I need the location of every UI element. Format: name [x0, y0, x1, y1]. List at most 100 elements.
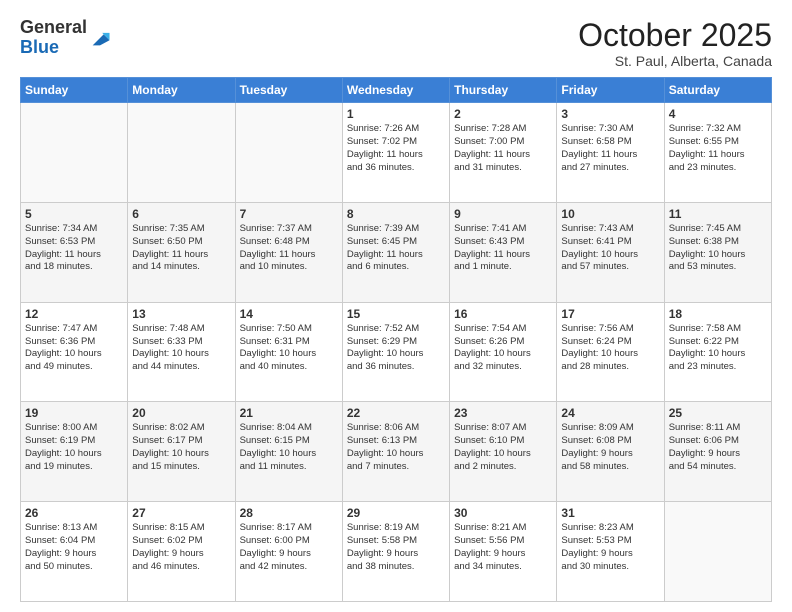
table-row: 23 Sunrise: 8:07 AM Sunset: 6:10 PM Dayli… — [450, 402, 557, 502]
day-info: Sunrise: 7:52 AM Sunset: 6:29 PM Dayligh… — [347, 323, 445, 374]
table-row: 17Sunrise: 7:56 AM Sunset: 6:24 PM Dayli… — [557, 302, 664, 402]
table-row: 3 Sunrise: 7:30 AM Sunset: 6:58 PM Daylig… — [557, 103, 664, 203]
day-info: Sunrise: 7:28 AM Sunset: 7:00 PM Dayligh… — [454, 123, 552, 174]
day-number: 22 — [347, 406, 445, 420]
logo-text: General Blue — [20, 18, 87, 58]
day-number: 8 — [347, 207, 445, 221]
table-row: 29 Sunrise: 8:19 AM Sunset: 5:58 PM Dayli… — [342, 502, 449, 602]
day-info: Sunrise: 8:00 AM Sunset: 6:19 PM Dayligh… — [25, 422, 123, 473]
table-row: 5 Sunrise: 7:34 AM Sunset: 6:53 PM Daylig… — [21, 202, 128, 302]
day-number: 24 — [561, 406, 659, 420]
day-number: 25 — [669, 406, 767, 420]
table-row: 21 Sunrise: 8:04 AM Sunset: 6:15 PM Dayli… — [235, 402, 342, 502]
table-row: 24Sunrise: 8:09 AM Sunset: 6:08 PM Dayli… — [557, 402, 664, 502]
day-info: Sunrise: 7:56 AM Sunset: 6:24 PM Dayligh… — [561, 323, 659, 374]
page: General Blue October 2025 St. Paul, Albe… — [0, 0, 792, 612]
day-number: 11 — [669, 207, 767, 221]
day-info: Sunrise: 7:50 AM Sunset: 6:31 PM Dayligh… — [240, 323, 338, 374]
day-info: Sunrise: 8:15 AM Sunset: 6:02 PM Dayligh… — [132, 522, 230, 573]
day-info: Sunrise: 8:13 AM Sunset: 6:04 PM Dayligh… — [25, 522, 123, 573]
day-number: 29 — [347, 506, 445, 520]
calendar-week-2: 12 Sunrise: 7:47 AM Sunset: 6:36 PM Dayli… — [21, 302, 772, 402]
table-row: 6Sunrise: 7:35 AM Sunset: 6:50 PM Daylig… — [128, 202, 235, 302]
day-info: Sunrise: 7:43 AM Sunset: 6:41 PM Dayligh… — [561, 223, 659, 274]
day-info: Sunrise: 7:45 AM Sunset: 6:38 PM Dayligh… — [669, 223, 767, 274]
table-row: 26 Sunrise: 8:13 AM Sunset: 6:04 PM Dayli… — [21, 502, 128, 602]
header-wednesday: Wednesday — [342, 78, 449, 103]
header-tuesday: Tuesday — [235, 78, 342, 103]
header-thursday: Thursday — [450, 78, 557, 103]
day-number: 4 — [669, 107, 767, 121]
day-number: 16 — [454, 307, 552, 321]
day-info: Sunrise: 7:41 AM Sunset: 6:43 PM Dayligh… — [454, 223, 552, 274]
month-title: October 2025 — [578, 18, 772, 53]
table-row: 31 Sunrise: 8:23 AM Sunset: 5:53 PM Dayli… — [557, 502, 664, 602]
header-friday: Friday — [557, 78, 664, 103]
day-info: Sunrise: 8:23 AM Sunset: 5:53 PM Dayligh… — [561, 522, 659, 573]
day-info: Sunrise: 7:34 AM Sunset: 6:53 PM Dayligh… — [25, 223, 123, 274]
day-number: 28 — [240, 506, 338, 520]
header-saturday: Saturday — [664, 78, 771, 103]
day-info: Sunrise: 8:06 AM Sunset: 6:13 PM Dayligh… — [347, 422, 445, 473]
day-info: Sunrise: 7:48 AM Sunset: 6:33 PM Dayligh… — [132, 323, 230, 374]
day-number: 26 — [25, 506, 123, 520]
day-number: 5 — [25, 207, 123, 221]
day-info: Sunrise: 7:35 AM Sunset: 6:50 PM Dayligh… — [132, 223, 230, 274]
day-number: 10 — [561, 207, 659, 221]
calendar-week-4: 26 Sunrise: 8:13 AM Sunset: 6:04 PM Dayli… — [21, 502, 772, 602]
day-info: Sunrise: 8:21 AM Sunset: 5:56 PM Dayligh… — [454, 522, 552, 573]
calendar: Sunday Monday Tuesday Wednesday Thursday… — [20, 77, 772, 602]
header: General Blue October 2025 St. Paul, Albe… — [20, 18, 772, 69]
logo-icon — [89, 27, 111, 49]
day-info: Sunrise: 7:32 AM Sunset: 6:55 PM Dayligh… — [669, 123, 767, 174]
day-number: 2 — [454, 107, 552, 121]
table-row: 30Sunrise: 8:21 AM Sunset: 5:56 PM Dayli… — [450, 502, 557, 602]
title-block: October 2025 St. Paul, Alberta, Canada — [578, 18, 772, 69]
calendar-week-0: 1 Sunrise: 7:26 AM Sunset: 7:02 PM Daylig… — [21, 103, 772, 203]
day-info: Sunrise: 8:04 AM Sunset: 6:15 PM Dayligh… — [240, 422, 338, 473]
day-info: Sunrise: 8:02 AM Sunset: 6:17 PM Dayligh… — [132, 422, 230, 473]
logo-blue: Blue — [20, 37, 59, 57]
day-number: 20 — [132, 406, 230, 420]
day-number: 1 — [347, 107, 445, 121]
table-row: 16 Sunrise: 7:54 AM Sunset: 6:26 PM Dayli… — [450, 302, 557, 402]
day-number: 27 — [132, 506, 230, 520]
day-number: 3 — [561, 107, 659, 121]
table-row: 8 Sunrise: 7:39 AM Sunset: 6:45 PM Daylig… — [342, 202, 449, 302]
day-info: Sunrise: 8:07 AM Sunset: 6:10 PM Dayligh… — [454, 422, 552, 473]
location: St. Paul, Alberta, Canada — [578, 53, 772, 69]
table-row: 4 Sunrise: 7:32 AM Sunset: 6:55 PM Daylig… — [664, 103, 771, 203]
day-number: 15 — [347, 307, 445, 321]
calendar-week-1: 5 Sunrise: 7:34 AM Sunset: 6:53 PM Daylig… — [21, 202, 772, 302]
table-row: 12 Sunrise: 7:47 AM Sunset: 6:36 PM Dayli… — [21, 302, 128, 402]
day-info: Sunrise: 7:26 AM Sunset: 7:02 PM Dayligh… — [347, 123, 445, 174]
table-row: 9Sunrise: 7:41 AM Sunset: 6:43 PM Daylig… — [450, 202, 557, 302]
header-sunday: Sunday — [21, 78, 128, 103]
day-number: 12 — [25, 307, 123, 321]
day-info: Sunrise: 8:19 AM Sunset: 5:58 PM Dayligh… — [347, 522, 445, 573]
table-row — [128, 103, 235, 203]
day-number: 7 — [240, 207, 338, 221]
day-info: Sunrise: 7:47 AM Sunset: 6:36 PM Dayligh… — [25, 323, 123, 374]
day-info: Sunrise: 7:30 AM Sunset: 6:58 PM Dayligh… — [561, 123, 659, 174]
table-row: 18Sunrise: 7:58 AM Sunset: 6:22 PM Dayli… — [664, 302, 771, 402]
table-row: 15 Sunrise: 7:52 AM Sunset: 6:29 PM Dayli… — [342, 302, 449, 402]
day-number: 31 — [561, 506, 659, 520]
table-row: 2 Sunrise: 7:28 AM Sunset: 7:00 PM Daylig… — [450, 103, 557, 203]
table-row: 1 Sunrise: 7:26 AM Sunset: 7:02 PM Daylig… — [342, 103, 449, 203]
table-row: 22 Sunrise: 8:06 AM Sunset: 6:13 PM Dayli… — [342, 402, 449, 502]
table-row: 14 Sunrise: 7:50 AM Sunset: 6:31 PM Dayli… — [235, 302, 342, 402]
day-info: Sunrise: 7:54 AM Sunset: 6:26 PM Dayligh… — [454, 323, 552, 374]
table-row: 19 Sunrise: 8:00 AM Sunset: 6:19 PM Dayli… — [21, 402, 128, 502]
table-row: 25Sunrise: 8:11 AM Sunset: 6:06 PM Dayli… — [664, 402, 771, 502]
day-number: 14 — [240, 307, 338, 321]
day-number: 21 — [240, 406, 338, 420]
day-number: 18 — [669, 307, 767, 321]
day-info: Sunrise: 7:39 AM Sunset: 6:45 PM Dayligh… — [347, 223, 445, 274]
calendar-header-row: Sunday Monday Tuesday Wednesday Thursday… — [21, 78, 772, 103]
table-row — [21, 103, 128, 203]
day-number: 19 — [25, 406, 123, 420]
day-number: 23 — [454, 406, 552, 420]
logo-general: General — [20, 17, 87, 37]
table-row: 20 Sunrise: 8:02 AM Sunset: 6:17 PM Dayli… — [128, 402, 235, 502]
